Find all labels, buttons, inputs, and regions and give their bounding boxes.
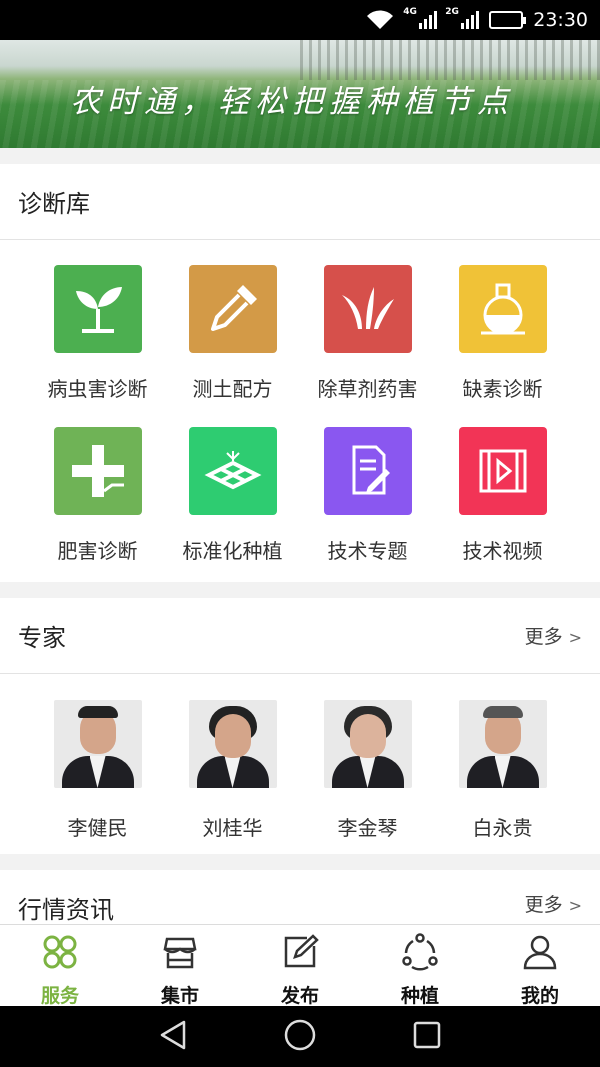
experts-header: 专家 更多 > [0, 598, 600, 674]
field-plot-icon [188, 427, 277, 515]
banner-trees [300, 40, 600, 80]
tile-tech-topics[interactable]: 技术专题 [300, 402, 435, 564]
bottom-nav: 服务 集市 发布 种植 我的 [0, 924, 600, 1008]
tile-label: 测土配方 [192, 377, 273, 401]
nav-market[interactable]: 集市 [120, 925, 240, 1008]
market-news-header: 行情资讯 更多 > [0, 870, 600, 924]
nav-publish[interactable]: 发布 [240, 925, 360, 1008]
section-title: 专家 [18, 624, 66, 652]
edit-square-icon [281, 933, 319, 975]
tile-soil-formula[interactable]: 测土配方 [165, 240, 300, 402]
signal-2g-icon: 2G [445, 7, 480, 29]
status-bar: 4G 2G 23:30 [0, 0, 600, 40]
tile-label: 技术视频 [462, 539, 543, 563]
clover-grid-icon [41, 933, 79, 975]
tile-pest-diagnosis[interactable]: 病虫害诊断 [30, 240, 165, 402]
expert-name: 白永贵 [472, 816, 533, 840]
tile-label: 病虫害诊断 [47, 377, 148, 401]
more-label: 更多 [524, 894, 563, 916]
market-news-more-link[interactable]: 更多 > [525, 890, 582, 917]
tile-fertilizer-damage[interactable]: 肥害诊断 [30, 402, 165, 564]
diagnosis-section: 诊断库 病虫害诊断 测土配方 除草剂药害 缺素诊断 肥害诊断 标准化种植 技术专… [0, 164, 600, 582]
home-icon[interactable] [283, 1018, 317, 1056]
nav-label: 服务 [40, 985, 79, 1007]
expert-card[interactable]: 白永贵 [435, 674, 570, 852]
plus-icon [53, 427, 142, 515]
nav-service[interactable]: 服务 [0, 925, 120, 1008]
expert-avatar [458, 700, 547, 788]
expert-avatar [323, 700, 412, 788]
hero-banner[interactable]: 农时通，轻松把握种植节点 [0, 40, 600, 148]
expert-card[interactable]: 刘桂华 [165, 674, 300, 852]
market-news-section: 行情资讯 更多 > [0, 870, 600, 924]
tile-label: 标准化种植 [182, 539, 283, 563]
nav-label: 种植 [400, 985, 439, 1007]
shop-icon [161, 933, 199, 975]
clock: 23:30 [533, 9, 588, 31]
seedling-icon [53, 265, 142, 353]
tile-label: 技术专题 [327, 539, 408, 563]
tile-label: 除草剂药害 [317, 377, 418, 401]
network-type-label: 4G [403, 7, 417, 17]
expert-card[interactable]: 李金琴 [300, 674, 435, 852]
nav-profile[interactable]: 我的 [480, 925, 600, 1008]
chevron-right-icon: > [568, 628, 582, 647]
user-icon [521, 933, 559, 975]
battery-icon [489, 11, 527, 29]
section-title: 诊断库 [18, 190, 90, 218]
tile-label: 缺素诊断 [462, 377, 543, 401]
recents-icon[interactable] [412, 1020, 442, 1054]
nav-label: 集市 [160, 985, 199, 1007]
system-nav-bar [0, 1006, 600, 1067]
flask-icon [458, 265, 547, 353]
app-screen: 4G 2G 23:30 农时通，轻松把握种植节点 诊断库 病虫害诊断 测土配方 … [0, 0, 600, 1067]
nav-planting[interactable]: 种植 [360, 925, 480, 1008]
expert-avatar [53, 700, 142, 788]
signal-4g-icon: 4G [403, 7, 438, 29]
tile-tech-video[interactable]: 技术视频 [435, 402, 570, 564]
dropper-icon [188, 265, 277, 353]
diagnosis-grid: 病虫害诊断 测土配方 除草剂药害 缺素诊断 肥害诊断 标准化种植 技术专题 技术… [0, 240, 600, 564]
network-type-label-2: 2G [445, 7, 459, 17]
chevron-right-icon: > [568, 896, 582, 915]
tile-herbicide-damage[interactable]: 除草剂药害 [300, 240, 435, 402]
tile-standard-planting[interactable]: 标准化种植 [165, 402, 300, 564]
expert-card[interactable]: 李健民 [30, 674, 165, 852]
back-icon[interactable] [158, 1019, 188, 1055]
expert-name: 刘桂华 [202, 816, 263, 840]
expert-avatar [188, 700, 277, 788]
experts-section: 专家 更多 > 李健民 刘桂华 李金琴 白永贵 [0, 598, 600, 854]
wifi-icon [365, 9, 395, 31]
tile-nutrient-deficiency[interactable]: 缺素诊断 [435, 240, 570, 402]
banner-slogan: 农时通，轻松把握种植节点 [70, 84, 514, 120]
expert-name: 李金琴 [337, 816, 398, 840]
share-cycle-icon [401, 933, 439, 975]
tile-label: 肥害诊断 [57, 539, 138, 563]
nav-label: 我的 [520, 985, 559, 1007]
document-edit-icon [323, 427, 412, 515]
expert-name: 李健民 [67, 816, 128, 840]
diagnosis-header: 诊断库 [0, 164, 600, 240]
experts-more-link[interactable]: 更多 > [525, 622, 582, 649]
more-label: 更多 [524, 626, 563, 648]
nav-label: 发布 [280, 985, 319, 1007]
video-icon [458, 427, 547, 515]
experts-list: 李健民 刘桂华 李金琴 白永贵 [0, 674, 600, 852]
section-title: 行情资讯 [18, 896, 114, 924]
grass-icon [323, 265, 412, 353]
